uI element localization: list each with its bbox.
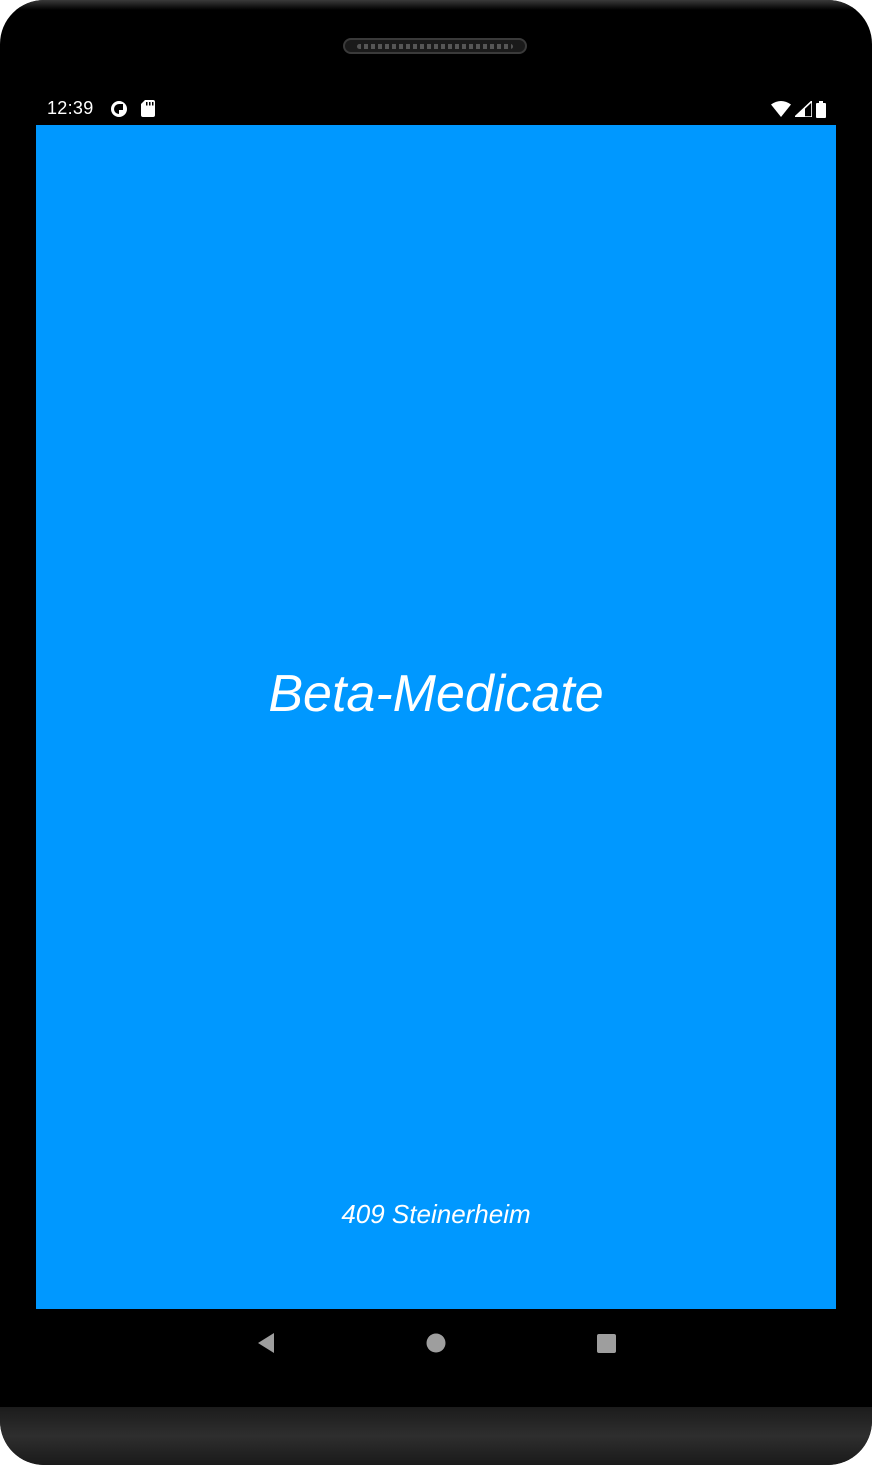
- home-icon[interactable]: [422, 1329, 450, 1357]
- wifi-icon: [771, 101, 791, 117]
- battery-icon: [816, 100, 826, 118]
- speaker-grill: [357, 44, 513, 49]
- device-bottom-chin: [0, 1407, 872, 1465]
- app-footer-text: 409 Steinerheim: [341, 1199, 531, 1229]
- splash-screen: Beta-Medicate 409 Steinerheim: [36, 125, 836, 1309]
- status-time: 12:39: [47, 98, 94, 118]
- cell-signal-icon: [795, 101, 812, 117]
- recents-icon[interactable]: [592, 1329, 620, 1357]
- tablet-device-frame: 12:39 Beta-Medicate 409 Steinerheim: [0, 0, 872, 1465]
- status-right-icons: [771, 99, 826, 119]
- data-saver-icon: [111, 101, 127, 117]
- navigation-bar: [36, 1309, 836, 1375]
- app-title: Beta-Medicate: [268, 665, 604, 723]
- bezel-top-edge: [0, 0, 872, 10]
- earpiece-speaker: [343, 38, 527, 54]
- sd-card-icon: [141, 100, 155, 117]
- status-bar: 12:39: [36, 92, 836, 125]
- back-icon[interactable]: [252, 1329, 280, 1357]
